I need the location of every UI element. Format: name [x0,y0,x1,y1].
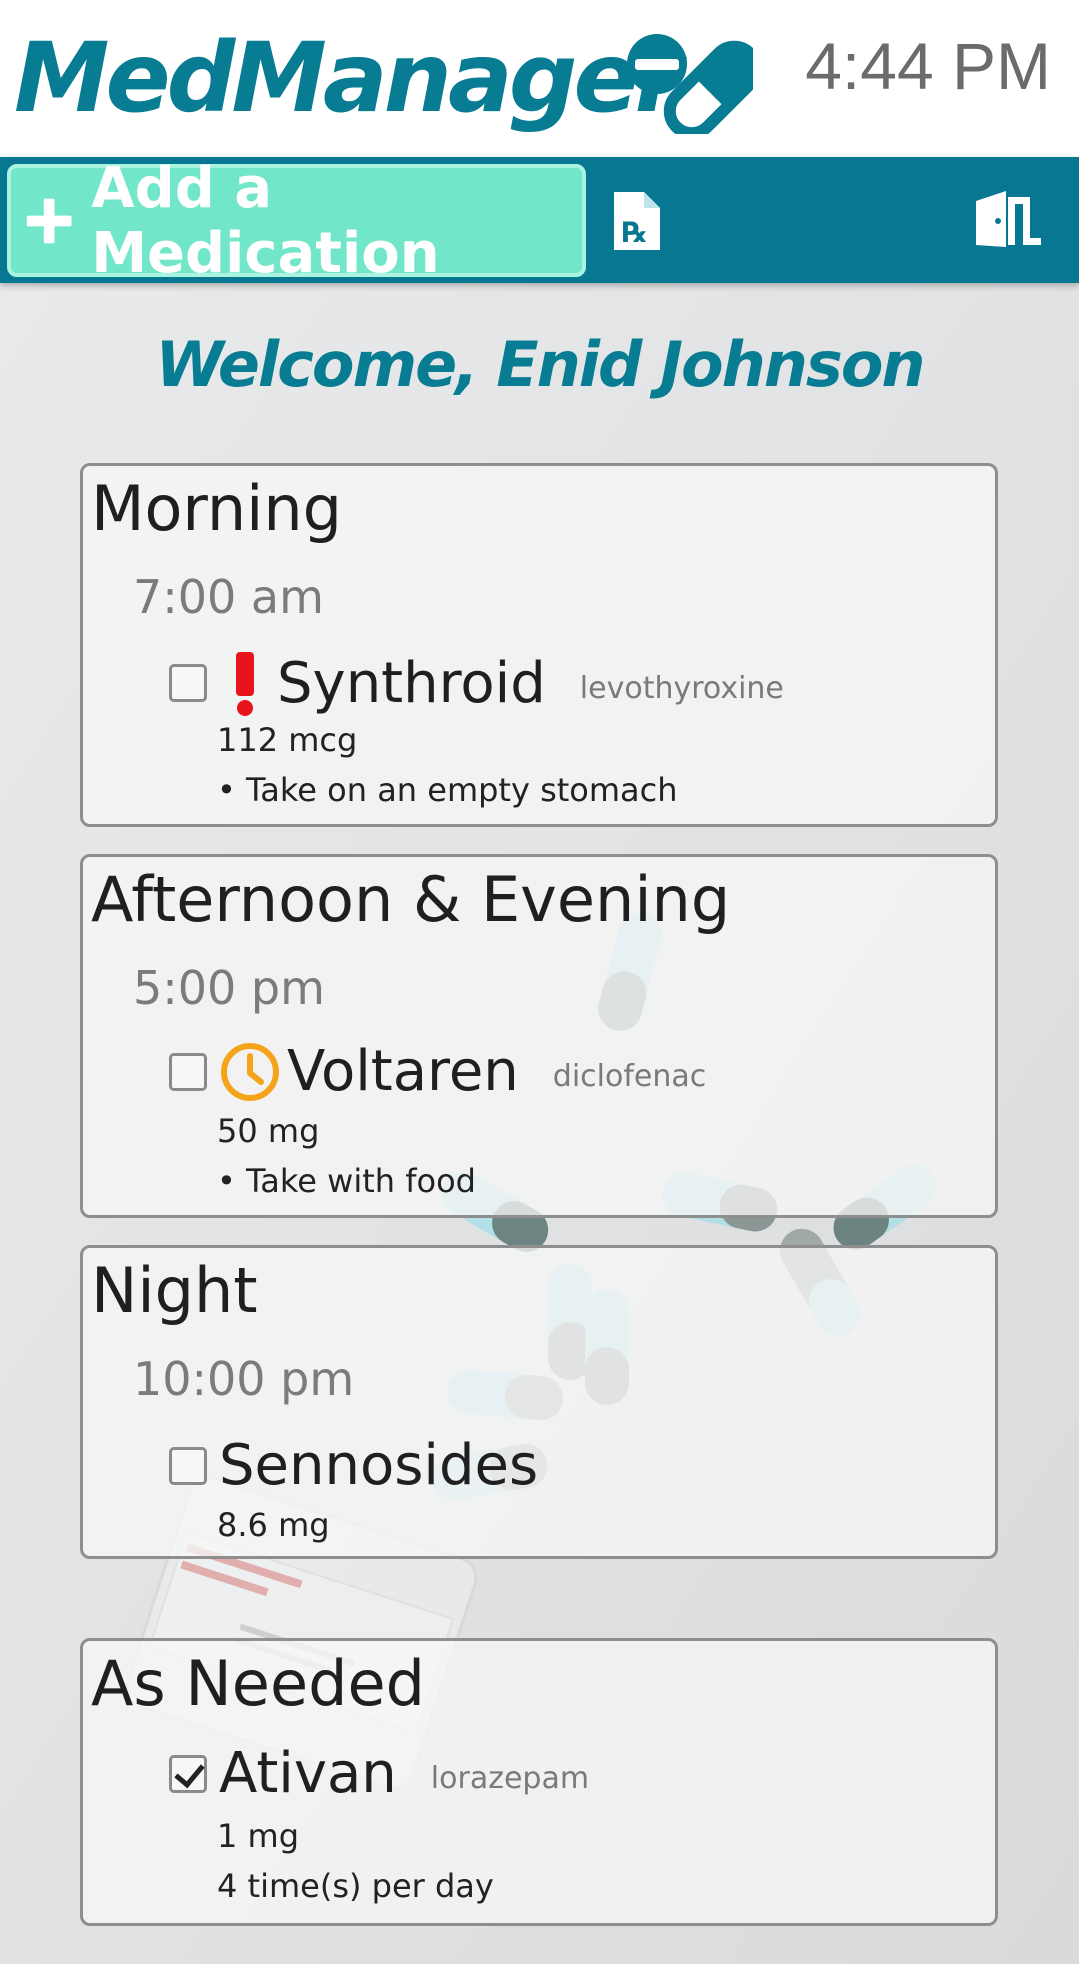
schedule-card-as-needed: As Needed Ativan lorazepam 1 mg 4 time(s… [80,1638,998,1926]
plus-icon [26,198,72,243]
med-name: Ativan [219,1741,397,1806]
app-header: MedManager 4:44 PM [0,0,1079,157]
med-note: • Take with food [217,1162,476,1200]
med-generic-name: levothyroxine [579,670,784,706]
card-time: 10:00 pm [133,1352,355,1406]
toolbar: Add a Medication ℞ [0,156,1079,286]
med-dose: 1 mg [217,1817,300,1855]
welcome-message: Welcome, Enid Johnson [155,328,925,401]
med-name: Sennosides [219,1433,539,1498]
card-title: Morning [91,472,342,545]
card-title: As Needed [91,1647,425,1720]
med-item-sennosides: Sennosides [169,1433,538,1498]
schedule-card-morning: Morning 7:00 am Synthroid levothyroxine … [80,463,998,827]
card-title: Night [91,1254,258,1327]
med-name: Synthroid [277,650,546,716]
schedule-card-night: Night 10:00 pm Sennosides 8.6 mg [80,1245,998,1559]
med-frequency: 4 time(s) per day [217,1867,494,1905]
med-checkbox[interactable] [169,664,207,702]
med-checkbox[interactable] [169,1052,207,1091]
pill-icon [627,34,753,134]
med-item-ativan: Ativan lorazepam [169,1741,589,1806]
exit-door-icon[interactable] [972,189,1044,249]
med-item-voltaren: Voltaren diclofenac [169,1039,706,1104]
schedule-card-afternoon-evening: Afternoon & Evening 5:00 pm Voltaren dic… [80,854,998,1218]
med-generic-name: lorazepam [430,1761,590,1796]
add-medication-label: Add a Medication [91,155,440,286]
clock-icon [221,1042,279,1101]
prescription-icon[interactable]: ℞ [612,190,662,252]
med-name: Voltaren [287,1039,519,1104]
med-dose: 50 mg [217,1112,320,1150]
med-generic-name: diclofenac [552,1059,707,1094]
card-title: Afternoon & Evening [91,863,731,936]
exclamation-icon [236,652,254,716]
card-time: 5:00 pm [133,961,325,1015]
med-dose: 112 mcg [217,721,358,759]
clock-time: 4:44 PM [805,29,1051,103]
med-checkbox[interactable] [169,1446,207,1485]
add-medication-button[interactable]: Add a Medication [7,156,586,286]
med-item-synthroid: Synthroid levothyroxine [169,648,784,718]
app-logo-title: MedManager [14,22,682,134]
med-dose: 8.6 mg [217,1506,330,1544]
card-time: 7:00 am [133,570,324,624]
svg-text:℞: ℞ [622,216,647,249]
med-checkbox-checked[interactable] [169,1754,207,1793]
med-note: • Take on an empty stomach [217,771,678,809]
